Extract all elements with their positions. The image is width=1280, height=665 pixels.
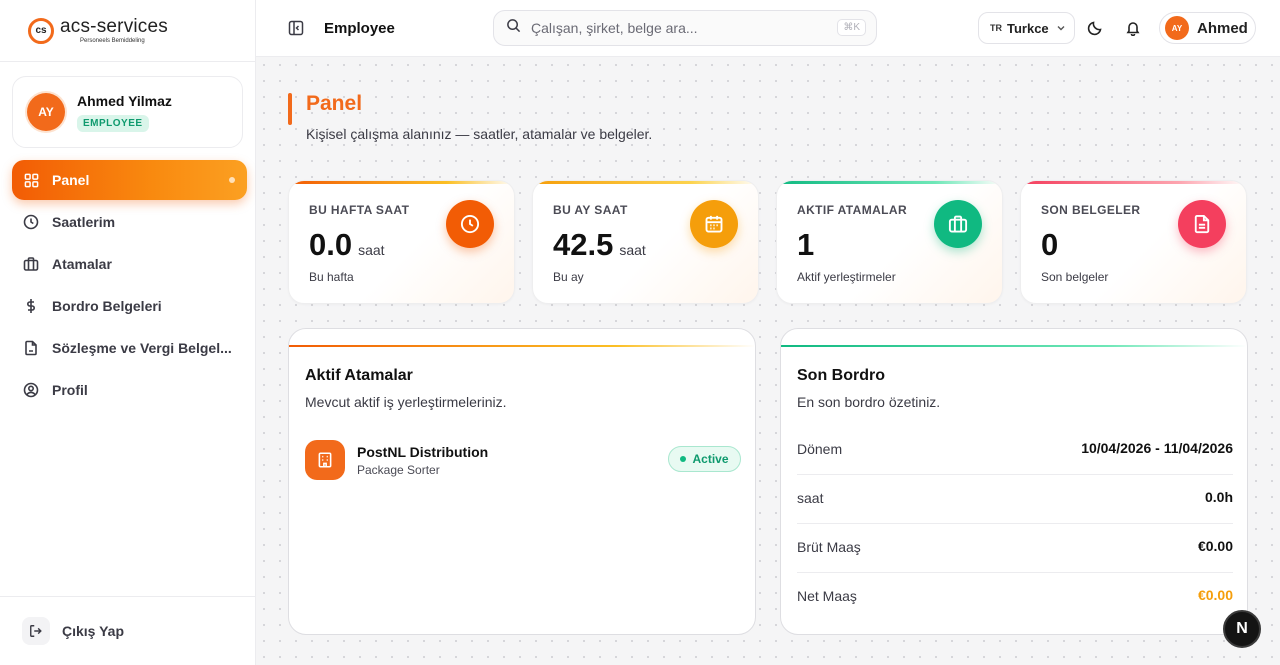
active-assignments-panel: Aktif Atamalar Mevcut aktif iş yerleştir… — [288, 328, 756, 635]
search-icon — [506, 18, 521, 38]
stat-label: BU AY SAAT — [553, 203, 628, 217]
avatar: AY — [1165, 16, 1189, 40]
notification-bell-icon[interactable] — [1122, 17, 1144, 39]
language-label: Turkce — [1007, 20, 1049, 36]
payroll-row-period: Dönem 10/04/2026 - 11/04/2026 — [797, 426, 1233, 475]
chevron-down-icon — [1056, 21, 1066, 36]
sidebar-item-atamalar[interactable]: Atamalar — [12, 244, 247, 284]
sidebar-item-label: Panel — [52, 172, 90, 188]
stat-value: 0.0 saat — [309, 227, 385, 262]
building-icon — [305, 440, 345, 480]
panel-subtitle: En son bordro özetiniz. — [797, 394, 941, 410]
stat-card-week-hours: BU HAFTA SAAT 0.0 saat Bu hafta — [288, 180, 515, 304]
sidebar-item-profil[interactable]: Profil — [12, 370, 247, 410]
briefcase-icon — [934, 200, 982, 248]
sidebar-item-label: Profil — [52, 382, 88, 398]
file-icon — [23, 340, 39, 356]
dollar-icon — [23, 298, 39, 314]
clock-icon — [446, 200, 494, 248]
briefcase-icon — [23, 256, 39, 272]
shortcut-hint: ⌘K — [837, 19, 866, 36]
language-code: TR — [990, 23, 1002, 33]
search-box[interactable]: ⌘K — [493, 10, 877, 46]
stat-value: 1 — [797, 227, 815, 262]
sidebar-item-saatlerim[interactable]: Saatlerim — [12, 202, 247, 242]
page-breadcrumb: Employee — [324, 20, 395, 37]
sidebar-item-panel[interactable]: Panel — [12, 160, 247, 200]
brand-tagline: Personeels Bemiddeling — [80, 38, 145, 44]
stat-caption: Bu ay — [553, 270, 584, 284]
sidebar-item-label: Saatlerim — [52, 214, 116, 230]
document-icon — [1178, 200, 1226, 248]
stat-caption: Aktif yerleştirmeler — [797, 270, 896, 284]
sidebar-nav: Panel Saatlerim Atamalar Bordro Belgeler… — [12, 160, 247, 412]
main-content: Panel Kişisel çalışma alanınız — saatler… — [256, 57, 1280, 665]
sidebar-item-label: Bordro Belgeleri — [52, 298, 162, 314]
logout-icon — [22, 617, 50, 645]
sidebar-item-sozlesme[interactable]: Sözleşme ve Vergi Belgel... — [12, 328, 247, 368]
sidebar-item-bordro[interactable]: Bordro Belgeleri — [12, 286, 247, 326]
avatar: AY — [27, 93, 65, 131]
language-selector[interactable]: TR Turkce — [978, 12, 1075, 44]
user-card: AY Ahmed Yilmaz EMPLOYEE — [12, 76, 243, 148]
assignment-role: Package Sorter — [357, 463, 440, 477]
brand-mark-icon: cs — [28, 17, 54, 44]
stat-card-active-assignments: AKTIF ATAMALAR 1 Aktif yerleştirmeler — [776, 180, 1003, 304]
stat-caption: Son belgeler — [1041, 270, 1109, 284]
panel-title: Son Bordro — [797, 367, 885, 384]
clock-icon — [23, 214, 39, 230]
theme-toggle-moon-icon[interactable] — [1084, 17, 1106, 39]
logout-button[interactable]: Çıkış Yap — [0, 596, 255, 665]
status-badge: Active — [668, 446, 741, 472]
payroll-row-net: Net Maaş €0.00 — [797, 587, 1233, 604]
topbar: Employee ⌘K TR Turkce AY Ahmed — [256, 0, 1280, 57]
latest-payroll-panel: Son Bordro En son bordro özetiniz. Dönem… — [780, 328, 1248, 635]
page-title: Panel — [306, 92, 363, 115]
sidebar-item-label: Atamalar — [52, 256, 112, 272]
next-dev-button[interactable]: N — [1223, 610, 1261, 648]
sidebar-toggle-icon[interactable] — [288, 20, 304, 36]
role-badge: EMPLOYEE — [77, 114, 149, 132]
payroll-row-gross: Brüt Maaş €0.00 — [797, 524, 1233, 573]
profile-name: Ahmed — [1197, 19, 1248, 37]
sidebar: cs acs-services Personeels Bemiddeling A… — [0, 0, 256, 665]
panel-title: Aktif Atamalar — [305, 367, 413, 384]
stat-label: BU HAFTA SAAT — [309, 203, 410, 217]
sidebar-item-label: Sözleşme ve Vergi Belgel... — [52, 340, 232, 356]
brand-logo[interactable]: cs acs-services Personeels Bemiddeling — [0, 0, 255, 62]
active-indicator — [229, 177, 235, 183]
stat-label: AKTIF ATAMALAR — [797, 203, 908, 217]
stat-card-month-hours: BU AY SAAT 42.5 saat Bu ay — [532, 180, 759, 304]
calendar-icon — [690, 200, 738, 248]
panel-subtitle: Mevcut aktif iş yerleştirmeleriniz. — [305, 394, 507, 410]
grid-icon — [23, 172, 39, 188]
logout-label: Çıkış Yap — [62, 623, 125, 639]
search-input[interactable] — [531, 20, 821, 36]
user-circle-icon — [23, 382, 39, 398]
assignment-company: PostNL Distribution — [357, 444, 489, 460]
assignment-item[interactable]: PostNL Distribution Package Sorter Activ… — [305, 440, 741, 482]
profile-menu[interactable]: AY Ahmed — [1159, 12, 1256, 44]
stat-value: 42.5 saat — [553, 227, 646, 262]
stat-value: 0 — [1041, 227, 1059, 262]
payroll-row-hours: saat 0.0h — [797, 475, 1233, 524]
stat-label: SON BELGELER — [1041, 203, 1141, 217]
brand-name: acs-services — [60, 16, 168, 37]
stat-caption: Bu hafta — [309, 270, 354, 284]
title-accent — [288, 93, 292, 125]
page-subtitle: Kişisel çalışma alanınız — saatler, atam… — [306, 126, 653, 142]
user-name: Ahmed Yilmaz — [77, 92, 172, 109]
stat-card-recent-documents: SON BELGELER 0 Son belgeler — [1020, 180, 1247, 304]
